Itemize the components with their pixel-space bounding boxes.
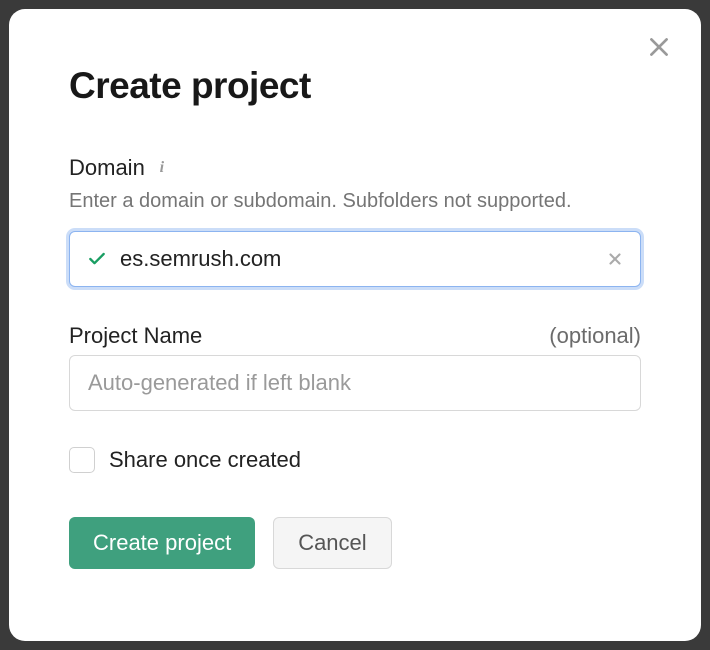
- share-checkbox[interactable]: [69, 447, 95, 473]
- domain-field-group: Domain i Enter a domain or subdomain. Su…: [69, 155, 641, 287]
- create-project-modal: Create project Domain i Enter a domain o…: [9, 9, 701, 641]
- cancel-button[interactable]: Cancel: [273, 517, 391, 569]
- domain-input[interactable]: [69, 231, 641, 287]
- domain-help-text: Enter a domain or subdomain. Subfolders …: [69, 187, 641, 215]
- close-icon: [646, 34, 672, 65]
- project-name-input[interactable]: [69, 355, 641, 411]
- info-icon[interactable]: i: [155, 161, 169, 175]
- domain-label: Domain: [69, 155, 145, 181]
- share-checkbox-label: Share once created: [109, 447, 301, 473]
- create-project-button[interactable]: Create project: [69, 517, 255, 569]
- clear-input-button[interactable]: [605, 249, 625, 269]
- project-name-input-wrap: [69, 355, 641, 411]
- close-button[interactable]: [645, 35, 673, 63]
- project-name-optional: (optional): [549, 323, 641, 349]
- check-icon: [87, 249, 107, 269]
- project-name-label: Project Name: [69, 323, 202, 349]
- share-checkbox-row: Share once created: [69, 447, 641, 473]
- modal-actions: Create project Cancel: [69, 517, 641, 569]
- project-name-field-group: Project Name (optional): [69, 323, 641, 411]
- modal-title: Create project: [69, 65, 641, 107]
- domain-input-wrap: [69, 231, 641, 287]
